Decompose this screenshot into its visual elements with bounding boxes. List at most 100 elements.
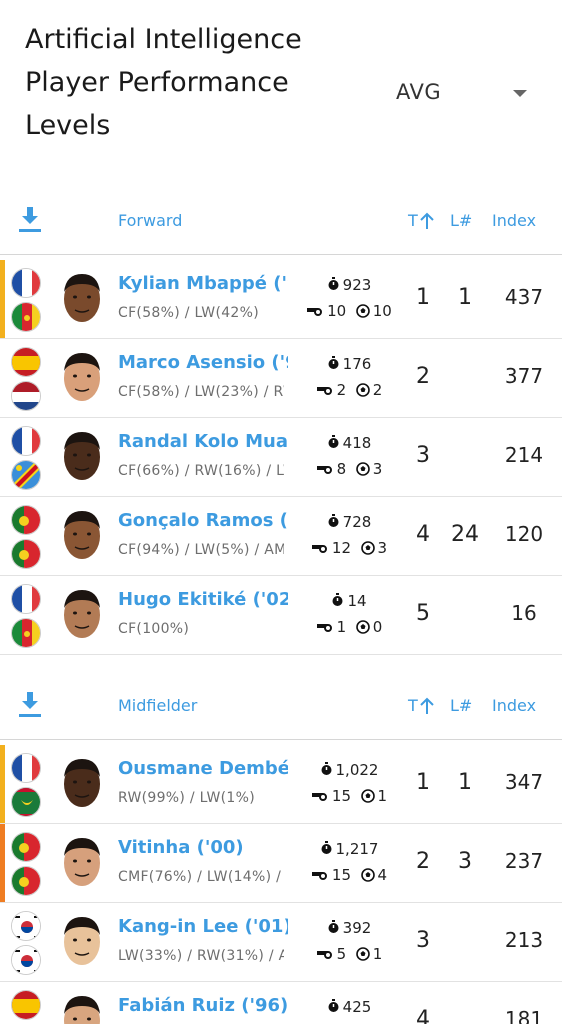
minutes-value: 1,217 (335, 840, 379, 858)
index-value: 437 (504, 285, 544, 309)
stat-dropdown[interactable]: AVG (396, 78, 536, 110)
player-name-link[interactable]: Ousmane Dembélé ('97) (118, 758, 288, 779)
minutes-played: 14 (304, 592, 394, 610)
forward-section-header: Forward T L# Index (0, 195, 562, 255)
section-title: Forward (118, 211, 183, 230)
goals-value: 8 (336, 460, 347, 478)
minutes-value: 923 (342, 276, 372, 294)
nationality-flag-icon (11, 505, 41, 535)
column-index-header[interactable]: Index (492, 696, 536, 715)
nationality-flag-icon (11, 753, 41, 783)
minutes-value: 392 (342, 919, 372, 937)
minutes-played: 418 (304, 434, 394, 452)
player-name-link[interactable]: Marco Asensio ('96) (118, 352, 288, 373)
column-rank-header[interactable]: T (408, 211, 418, 230)
second-nationality-flag-icon (11, 787, 41, 817)
player-avatar (60, 915, 104, 969)
index-value: 120 (504, 522, 544, 546)
minutes-value: 176 (342, 355, 372, 373)
rank-value: 5 (416, 601, 430, 626)
whistle-icon (316, 951, 332, 959)
divider (0, 254, 562, 255)
table-row[interactable]: Randal Kolo Muani ('98) CF(66%) / RW(16%)… (0, 418, 562, 497)
stat-dropdown-value: AVG (396, 80, 442, 104)
rank-value: 4 (416, 1007, 430, 1024)
football-icon (355, 620, 370, 634)
stopwatch-icon (328, 356, 339, 369)
table-row[interactable]: Gonçalo Ramos ('01) CF(94%) / LW(5%) / AM… (0, 497, 562, 576)
minutes-value: 418 (342, 434, 372, 452)
download-icon[interactable] (18, 690, 42, 720)
column-rank-header[interactable]: T (408, 696, 418, 715)
football-icon (355, 304, 370, 318)
goals-assists: 8 3 (294, 460, 404, 478)
whistle-icon (311, 793, 327, 801)
player-name-link[interactable]: Gonçalo Ramos ('01) (118, 510, 288, 531)
player-name-link[interactable]: Vitinha ('00) (118, 837, 288, 858)
stopwatch-icon (321, 841, 332, 854)
download-icon[interactable] (18, 205, 42, 235)
index-value: 237 (504, 849, 544, 873)
arrow-up-icon[interactable] (419, 212, 435, 230)
player-name-link[interactable]: Randal Kolo Muani ('98) (118, 431, 288, 452)
football-icon (360, 541, 375, 555)
table-row[interactable]: Ousmane Dembélé ('97) RW(99%) / LW(1%) 1,0… (0, 745, 562, 824)
player-positions: CF(100%) (118, 621, 190, 637)
index-value: 377 (504, 364, 544, 388)
player-avatar (60, 588, 104, 642)
assists-value: 3 (372, 460, 383, 478)
assists-value: 10 (372, 302, 392, 320)
table-row[interactable]: Kang-in Lee ('01) LW(33%) / RW(31%) / AMF… (0, 903, 562, 982)
player-name-link[interactable]: Kylian Mbappé ('98) (118, 273, 288, 294)
nationality-flag-icon (11, 268, 41, 298)
whistle-icon (316, 387, 332, 395)
player-positions: CF(58%) / LW(42%) (118, 305, 259, 321)
player-name-link[interactable]: Hugo Ekitiké ('02) (118, 589, 288, 610)
player-positions: CMF(76%) / LW(14%) / RW(10%) (118, 869, 284, 885)
index-value: 16 (511, 601, 537, 625)
table-row[interactable]: Hugo Ekitiké ('02) CF(100%) 14 1 0 5 16 (0, 576, 562, 655)
whistle-icon (311, 872, 327, 880)
column-league-header[interactable]: L# (450, 211, 472, 230)
minutes-value: 728 (342, 513, 372, 531)
assists-value: 1 (372, 945, 383, 963)
table-row[interactable]: Marco Asensio ('96) CF(58%) / LW(23%) / R… (0, 339, 562, 418)
index-value: 181 (504, 1007, 544, 1024)
column-league-header[interactable]: L# (450, 696, 472, 715)
midfielder-section-header: Midfielder T L# Index (0, 680, 562, 740)
second-nationality-flag-icon (11, 381, 41, 411)
goals-value: 1 (336, 618, 347, 636)
player-avatar (60, 272, 104, 326)
goals-assists: 2 2 (294, 381, 404, 399)
nationality-flag-icon (11, 347, 41, 377)
player-avatar (60, 430, 104, 484)
nationality-flag-icon (11, 990, 41, 1020)
highlight-bar (0, 260, 5, 338)
minutes-value: 425 (342, 998, 372, 1016)
second-nationality-flag-icon (11, 866, 41, 896)
assists-value: 4 (377, 866, 388, 884)
stopwatch-icon (328, 435, 339, 448)
page-header: Artificial Intelligence Player Performan… (0, 0, 562, 170)
minutes-value: 1,022 (335, 761, 379, 779)
table-row[interactable]: Fabián Ruiz ('96)CMF(100%)4254181 (0, 982, 562, 1024)
table-row[interactable]: Vitinha ('00) CMF(76%) / LW(14%) / RW(10%… (0, 824, 562, 903)
league-rank-value: 1 (458, 770, 472, 795)
minutes-played: 425 (304, 998, 394, 1016)
minutes-played: 392 (304, 919, 394, 937)
player-name-link[interactable]: Fabián Ruiz ('96) (118, 995, 288, 1016)
nationality-flag-icon (11, 426, 41, 456)
table-row[interactable]: Kylian Mbappé ('98)CF(58%) / LW(42%)9231… (0, 260, 562, 339)
goals-value: 10 (327, 302, 347, 320)
assists-value: 2 (372, 381, 383, 399)
index-value: 347 (504, 770, 544, 794)
player-name-link[interactable]: Kang-in Lee ('01) (118, 916, 288, 937)
column-index-header[interactable]: Index (492, 211, 536, 230)
player-avatar (60, 757, 104, 811)
stopwatch-icon (328, 514, 339, 527)
arrow-up-icon[interactable] (419, 697, 435, 715)
goals-assists: 15 1 (294, 787, 404, 805)
whistle-icon (316, 466, 332, 474)
minutes-played: 1,022 (304, 761, 394, 779)
whistle-icon (307, 308, 323, 316)
